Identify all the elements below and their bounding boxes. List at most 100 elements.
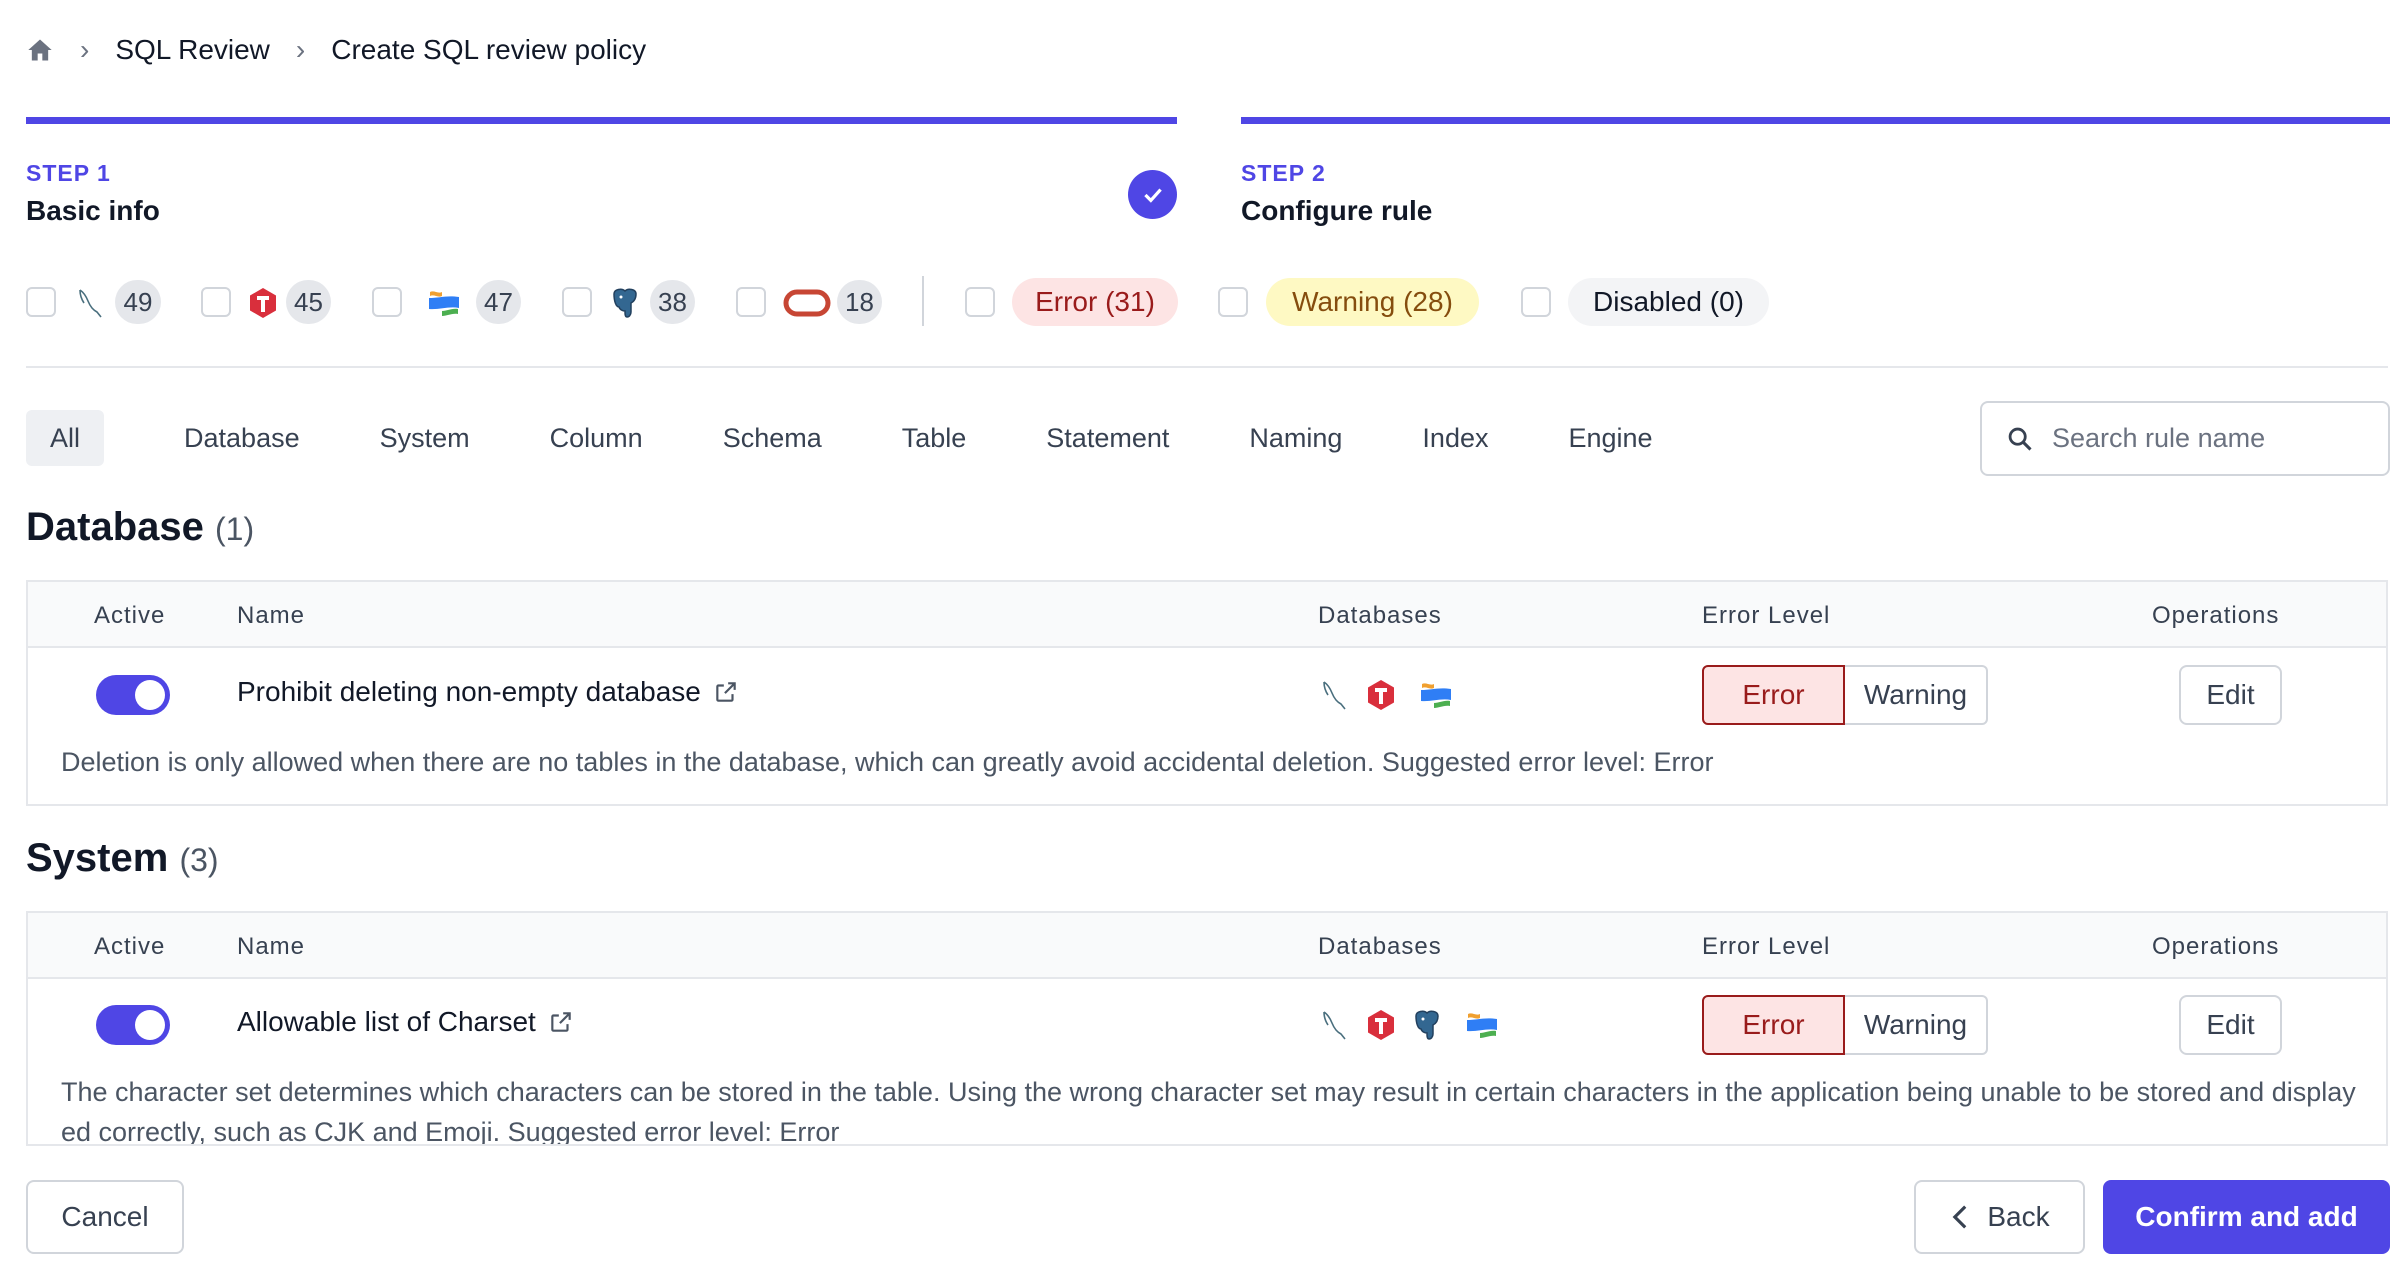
breadcrumb: › SQL Review › Create SQL review policy: [26, 30, 646, 70]
breadcrumb-current: Create SQL review policy: [331, 34, 647, 65]
warning-level-badge: Warning (28): [1266, 278, 1479, 326]
tab-table[interactable]: Table: [862, 410, 1007, 466]
step-label: STEP 1: [26, 160, 111, 186]
filter-warning-checkbox[interactable]: [1218, 287, 1248, 317]
filter-oracle-checkbox[interactable]: [736, 287, 766, 317]
step-2[interactable]: STEP 2 Configure rule: [1241, 160, 1432, 227]
chevron-right-icon: ›: [295, 34, 306, 65]
oracle-icon: [782, 286, 832, 320]
section-heading-database: Database (1): [26, 505, 254, 550]
tab-naming[interactable]: Naming: [1209, 410, 1382, 466]
tidb-icon: [1364, 678, 1398, 712]
disabled-level-badge: Disabled (0): [1568, 278, 1769, 326]
mysql-icon: [74, 286, 108, 320]
breadcrumb-sql-review[interactable]: SQL Review: [115, 34, 270, 66]
error-level-selector: Error Warning: [1702, 665, 1988, 725]
error-level-button[interactable]: Error: [1702, 665, 1845, 725]
section-heading-system: System (3): [26, 836, 219, 881]
section-title: Database: [26, 505, 204, 549]
col-active: Active: [94, 933, 166, 960]
table-header: Active Name Databases Error Level Operat…: [28, 913, 2386, 979]
database-icons: [1318, 678, 1460, 712]
col-name: Name: [237, 602, 306, 629]
tab-statement[interactable]: Statement: [1006, 410, 1209, 466]
step-label: STEP 2: [1241, 160, 1326, 186]
filter-tidb-checkbox[interactable]: [201, 287, 231, 317]
filter-error-checkbox[interactable]: [965, 287, 995, 317]
rules-table-system: Active Name Databases Error Level Operat…: [26, 911, 2388, 1145]
divider: [26, 1144, 2388, 1146]
snowflake-icon: [1456, 1008, 1506, 1042]
col-active: Active: [94, 602, 166, 629]
step-1[interactable]: STEP 1 Basic info: [26, 160, 160, 227]
search-box: [1980, 401, 2390, 476]
back-label: Back: [1987, 1201, 2050, 1232]
step-title: Basic info: [26, 195, 160, 226]
tidb-count-badge: 45: [286, 280, 331, 324]
chevron-right-icon: ›: [80, 34, 90, 65]
divider: [26, 366, 2388, 368]
external-link-icon[interactable]: [548, 1009, 574, 1035]
snowflake-count-badge: 47: [476, 280, 521, 324]
rule-description: The character set determines which chara…: [61, 1077, 2356, 1145]
search-icon: [2008, 427, 2032, 451]
error-level-selector: Error Warning: [1702, 995, 1988, 1055]
filter-postgres-checkbox[interactable]: [562, 287, 592, 317]
step2-progress-bar: [1241, 117, 2390, 124]
tab-index[interactable]: Index: [1382, 410, 1528, 466]
step1-progress-bar: [26, 117, 1177, 124]
rules-table-database: Active Name Databases Error Level Operat…: [26, 580, 2388, 806]
confirm-and-add-button[interactable]: Confirm and add: [2103, 1180, 2390, 1254]
table-header: Active Name Databases Error Level Operat…: [28, 582, 2386, 648]
col-operations: Operations: [2152, 602, 2280, 629]
col-name: Name: [237, 933, 306, 960]
rule-name-text: Prohibit deleting non-empty database: [237, 676, 701, 707]
mysql-icon: [1318, 1008, 1352, 1042]
rule-name[interactable]: Allowable list of Charset: [237, 1006, 574, 1038]
check-icon: [1128, 170, 1177, 219]
snowflake-icon: [1410, 678, 1460, 712]
mysql-count-badge: 49: [115, 280, 161, 324]
edit-button[interactable]: Edit: [2179, 995, 2282, 1055]
filter-snowflake-checkbox[interactable]: [372, 287, 402, 317]
section-count: (3): [179, 842, 219, 878]
postgres-count-badge: 38: [650, 280, 695, 324]
search-input[interactable]: [2052, 423, 2352, 454]
col-error-level: Error Level: [1702, 602, 1831, 629]
tidb-icon: [246, 286, 280, 320]
tab-all[interactable]: All: [26, 410, 105, 466]
tab-column[interactable]: Column: [510, 410, 683, 466]
warning-level-button[interactable]: Warning: [1845, 665, 1988, 725]
filter-mysql-checkbox[interactable]: [26, 287, 56, 317]
postgres-icon: [608, 286, 642, 320]
chevron-left-icon: [1952, 1205, 1967, 1229]
tab-database[interactable]: Database: [144, 410, 340, 466]
tab-schema[interactable]: Schema: [683, 410, 862, 466]
warning-level-button[interactable]: Warning: [1845, 995, 1988, 1055]
oracle-count-badge: 18: [837, 280, 882, 324]
section-title: System: [26, 836, 169, 880]
col-operations: Operations: [2152, 933, 2280, 960]
rule-description: Deletion is only allowed when there are …: [61, 747, 1714, 777]
error-level-button[interactable]: Error: [1702, 995, 1845, 1055]
tidb-icon: [1364, 1008, 1398, 1042]
section-count: (1): [215, 511, 255, 547]
database-icons: [1318, 1008, 1506, 1042]
home-icon[interactable]: [26, 36, 54, 64]
edit-button[interactable]: Edit: [2179, 665, 2282, 725]
back-button[interactable]: Back: [1914, 1180, 2085, 1254]
col-databases: Databases: [1318, 602, 1442, 629]
postgres-icon: [1410, 1008, 1444, 1042]
tab-system[interactable]: System: [340, 410, 510, 466]
active-toggle[interactable]: [96, 675, 170, 715]
cancel-button[interactable]: Cancel: [26, 1180, 184, 1254]
external-link-icon[interactable]: [713, 679, 739, 705]
rule-name[interactable]: Prohibit deleting non-empty database: [237, 676, 739, 708]
tab-engine[interactable]: Engine: [1528, 410, 1692, 466]
active-toggle[interactable]: [96, 1005, 170, 1045]
step-title: Configure rule: [1241, 195, 1433, 226]
error-level-badge: Error (31): [1012, 278, 1178, 326]
filter-disabled-checkbox[interactable]: [1521, 287, 1551, 317]
category-tabs: All Database System Column Schema Table …: [26, 410, 1693, 466]
col-error-level: Error Level: [1702, 933, 1831, 960]
